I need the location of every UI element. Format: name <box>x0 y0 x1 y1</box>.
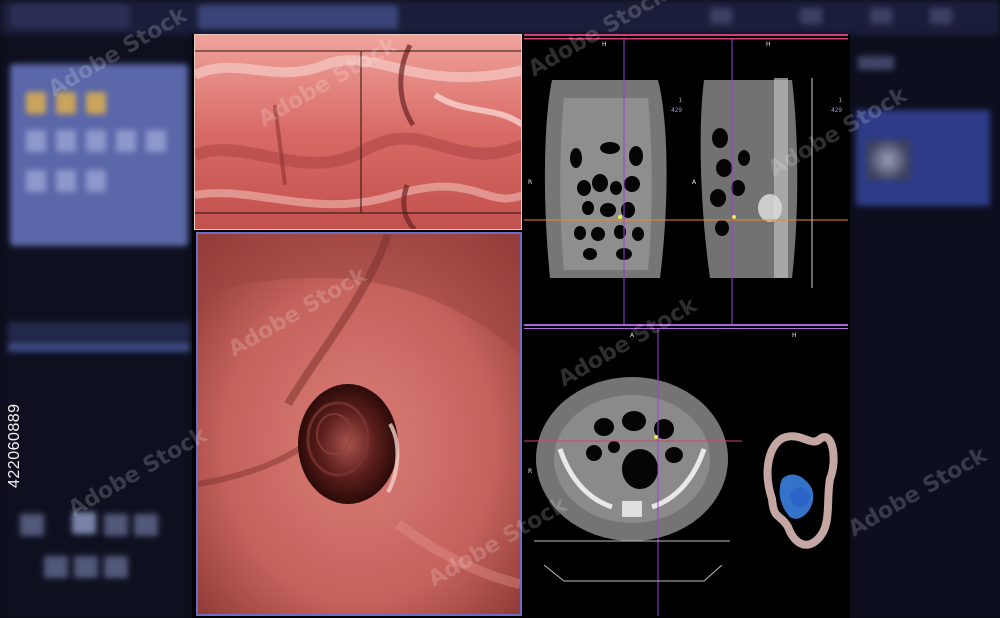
app-screen: 422060889 H R 1 429 H A 1 429 A R H <box>0 0 1000 618</box>
orientation-left-label: R <box>528 468 533 475</box>
slice-total: 429 <box>671 107 682 114</box>
orientation-top-label: A <box>630 332 635 339</box>
app-tab[interactable] <box>10 4 130 28</box>
orientation-left-label: A <box>692 179 697 186</box>
sidebar-chip[interactable] <box>858 56 894 70</box>
endoluminal-view[interactable] <box>196 232 522 616</box>
series-thumbnail[interactable] <box>86 92 106 114</box>
ct-colonography-viewer: H R 1 429 H A 1 429 A R H <box>192 34 850 618</box>
series-thumbnail[interactable] <box>26 92 46 114</box>
slice-index: 1 <box>838 97 842 104</box>
slice-total: 429 <box>831 107 842 114</box>
tool-tile[interactable] <box>104 514 128 536</box>
viewport-border <box>524 324 848 326</box>
orientation-top-label: H <box>766 41 771 48</box>
virtual-dissection-view[interactable] <box>194 34 522 230</box>
stock-id: 422060889 <box>6 403 23 488</box>
tool-tile[interactable] <box>72 512 96 534</box>
study-thumbnail[interactable] <box>866 140 910 180</box>
series-thumbnail[interactable] <box>86 130 106 152</box>
series-thumbnail[interactable] <box>26 130 46 152</box>
series-thumbnail[interactable] <box>26 170 46 192</box>
sagittal-ct-view[interactable]: H A 1 429 <box>688 38 848 324</box>
orientation-top-label: H <box>792 332 797 339</box>
tool-tile[interactable] <box>74 556 98 578</box>
tool-tile[interactable] <box>134 514 158 536</box>
colon-3d-model-view[interactable]: H <box>742 328 848 616</box>
top-toolbar <box>0 0 1000 34</box>
orientation-left-label: R <box>528 179 533 186</box>
series-thumbnail[interactable] <box>116 130 136 152</box>
orientation-top-label: H <box>602 41 607 48</box>
tool-tile[interactable] <box>44 556 68 578</box>
tool-tile[interactable] <box>104 556 128 578</box>
viewport-border <box>524 34 848 36</box>
series-thumbnail[interactable] <box>56 170 76 192</box>
toolbar-button[interactable] <box>710 8 732 24</box>
coronal-ct-view[interactable]: H R 1 429 <box>524 38 688 324</box>
series-thumbnail[interactable] <box>86 170 106 192</box>
protocol-row[interactable] <box>8 322 190 340</box>
toolbar-button[interactable] <box>870 8 892 24</box>
active-study-tab[interactable] <box>198 5 398 29</box>
slice-index: 1 <box>678 97 682 104</box>
series-thumbnail[interactable] <box>146 130 166 152</box>
tool-tile[interactable] <box>20 514 44 536</box>
series-thumbnail[interactable] <box>56 130 76 152</box>
protocol-row-highlight[interactable] <box>8 342 190 352</box>
toolbar-button[interactable] <box>930 8 952 24</box>
toolbar-button[interactable] <box>800 8 822 24</box>
series-thumbnail[interactable] <box>56 92 76 114</box>
axial-ct-view[interactable]: A R <box>524 328 742 616</box>
